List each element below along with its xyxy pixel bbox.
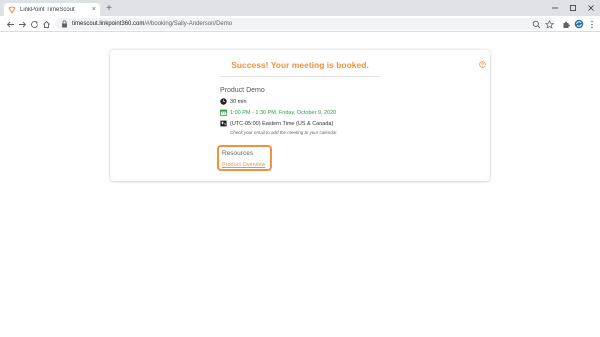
duration-text: 30 min [230, 98, 247, 105]
timescout-favicon-icon [8, 5, 16, 14]
tab-title: LinkPoint TimeScout [20, 6, 75, 13]
duration-row: 30 min [220, 98, 247, 105]
divider [220, 76, 380, 77]
tab-close-icon[interactable]: × [92, 6, 96, 13]
tab-strip: LinkPoint TimeScout × + [0, 0, 600, 16]
booking-confirmation-card: Success! Your meeting is booked. Product… [110, 50, 490, 181]
datetime-row: 1:00 PM - 1:30 PM, Friday, October 9, 20… [220, 109, 336, 116]
home-button[interactable] [41, 19, 51, 29]
new-tab-button[interactable]: + [104, 3, 114, 14]
address-bar[interactable]: timescout.linkpoint360.com/#/booking/Sal… [55, 18, 555, 30]
browser-menu-icon[interactable] [587, 19, 597, 29]
browser-tab[interactable]: LinkPoint TimeScout × [4, 3, 100, 16]
browser-toolbar: timescout.linkpoint360.com/#/booking/Sal… [0, 16, 600, 32]
resources-title: Resources [222, 150, 254, 157]
back-button[interactable] [5, 19, 15, 29]
zoom-icon[interactable] [531, 19, 541, 29]
forward-button[interactable] [17, 19, 27, 29]
lock-icon[interactable] [61, 20, 68, 28]
bookmark-star-icon[interactable] [544, 19, 554, 29]
success-message: Success! Your meeting is booked. [231, 60, 369, 70]
datetime-text: 1:00 PM - 1:30 PM, Friday, October 9, 20… [230, 109, 337, 116]
minimize-button[interactable] [548, 2, 562, 14]
calendar-icon [220, 109, 227, 116]
maximize-button[interactable] [566, 2, 580, 14]
event-name: Product Demo [220, 87, 265, 94]
timezone-row: (UTC-05:00) Eastern Time (US & Canada) [220, 120, 333, 127]
email-note: Check your email to add the meeting to y… [230, 130, 338, 135]
clock-icon [220, 98, 227, 105]
resources-section: Resources Product Overview [217, 145, 272, 171]
reload-button[interactable] [29, 19, 39, 29]
timezone-text: (UTC-05:00) Eastern Time (US & Canada) [230, 120, 334, 127]
globe-map-icon [220, 120, 227, 127]
product-overview-link[interactable]: Product Overview [222, 162, 265, 168]
extensions-puzzle-icon[interactable] [561, 19, 571, 29]
close-window-button[interactable] [584, 2, 598, 14]
url-text: timescout.linkpoint360.com/#/booking/Sal… [72, 21, 233, 27]
extension-sync-icon[interactable] [574, 19, 584, 29]
